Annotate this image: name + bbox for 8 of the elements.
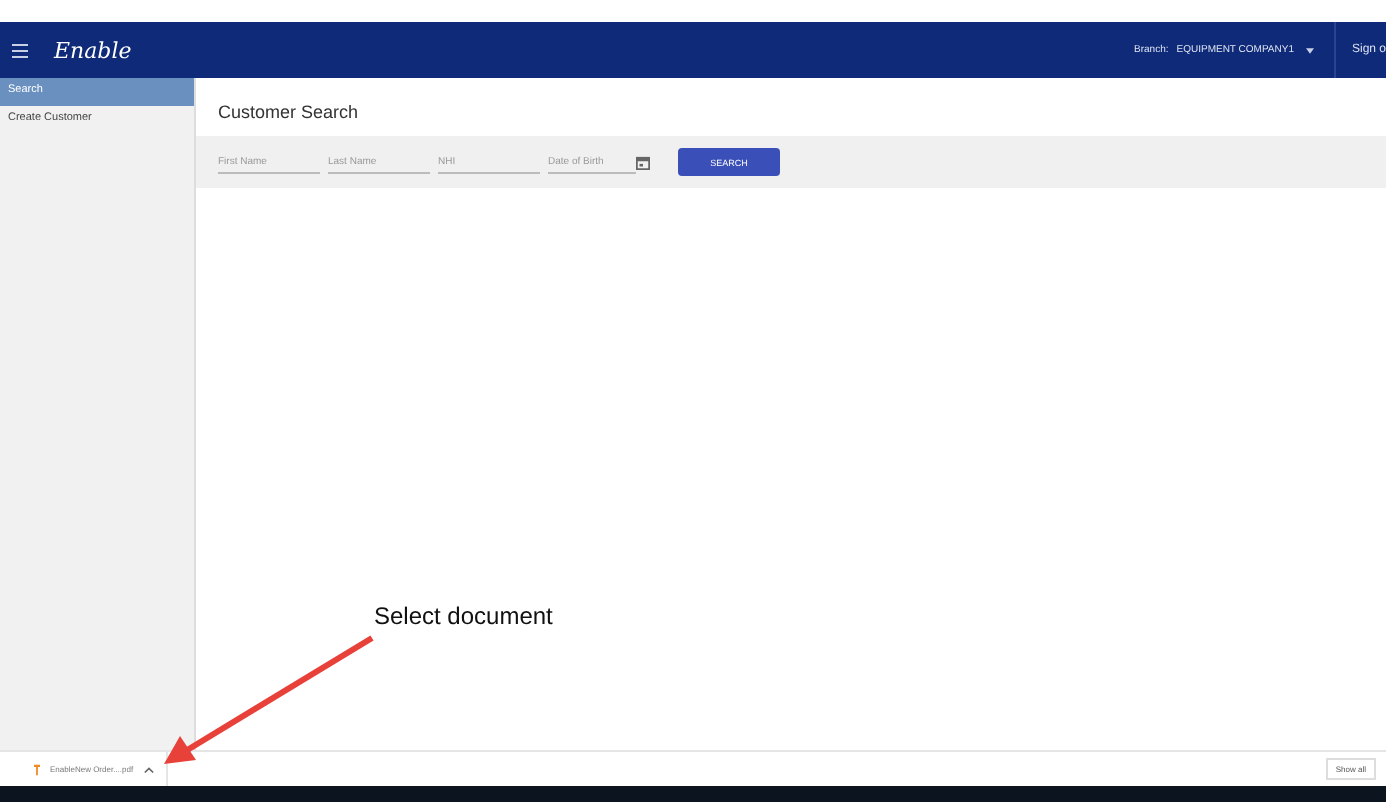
caret-icon	[1305, 47, 1314, 53]
annotation-text: Select document	[374, 602, 553, 630]
app-logo: Enable	[54, 37, 132, 63]
calendar-icon[interactable]	[636, 155, 650, 169]
file-icon	[34, 763, 40, 775]
chevron-icon[interactable]	[143, 765, 154, 773]
page-title: Customer Search	[216, 100, 361, 126]
menu-icon[interactable]	[12, 43, 28, 57]
